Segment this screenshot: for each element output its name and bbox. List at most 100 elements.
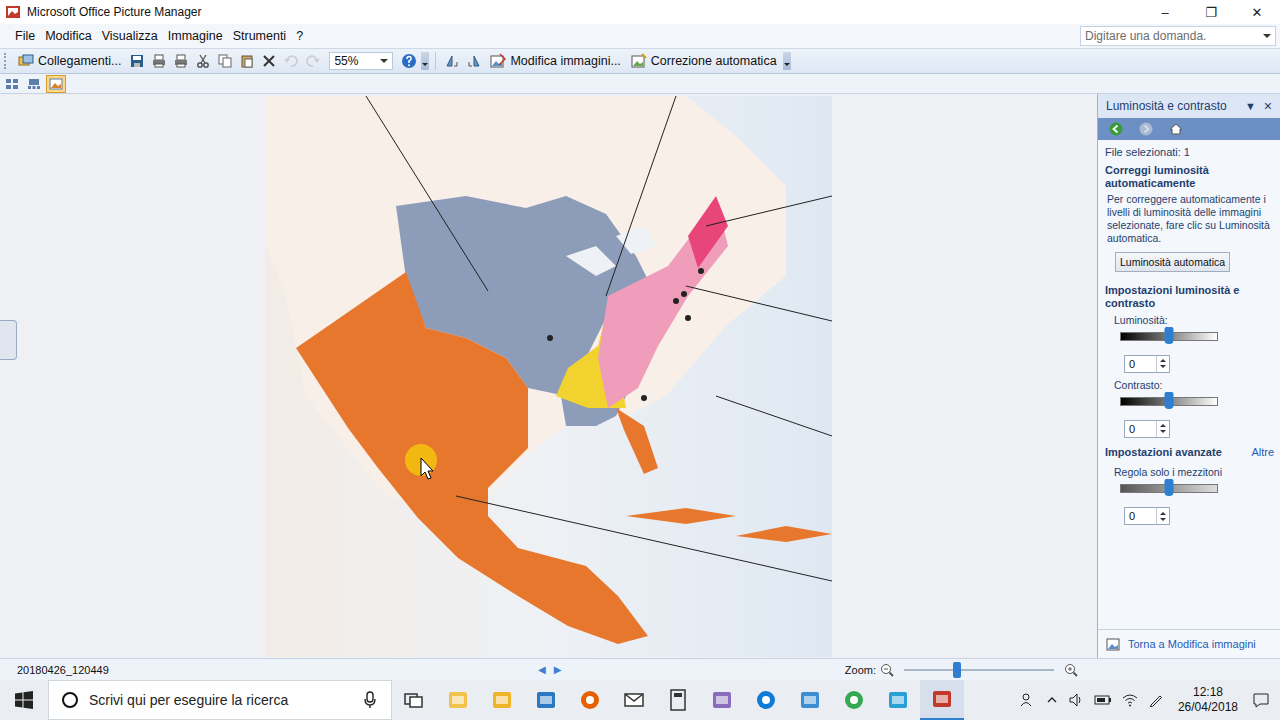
more-link[interactable]: Altre [1251, 446, 1274, 458]
store-taskbar-button[interactable] [524, 680, 568, 720]
status-bar: 20180426_120449◀▶Zoom: [0, 658, 1280, 680]
print-alt-icon [173, 53, 189, 69]
thumbnails-view-button[interactable] [2, 75, 22, 93]
cortana-icon [61, 691, 79, 709]
menu-bar: FileModificaVisualizzaImmagineStrumenti?… [0, 24, 1280, 48]
help-search-field[interactable]: Digitare una domanda. [1080, 26, 1276, 46]
microphone-icon[interactable] [363, 691, 377, 709]
editor-icon [886, 688, 910, 712]
pane-expand-handle[interactable] [0, 320, 17, 360]
edit-pictures-button[interactable]: Modifica immagini... [486, 51, 624, 71]
slider-row: Luminosità:0 [1105, 314, 1274, 373]
explorer-icon [446, 688, 470, 712]
chrome-icon [842, 688, 866, 712]
paint-taskbar-button[interactable] [700, 680, 744, 720]
dropdown-arrow-icon[interactable] [380, 59, 388, 63]
task-pane-close-button[interactable]: × [1260, 98, 1276, 114]
explorer-taskbar-button[interactable] [436, 680, 480, 720]
edge-taskbar-button[interactable] [744, 680, 788, 720]
cut-button[interactable] [193, 51, 213, 71]
chrome-taskbar-button[interactable] [832, 680, 876, 720]
rotate-right-button[interactable] [464, 51, 484, 71]
zoom-slider[interactable] [904, 669, 1054, 671]
window-control-button[interactable]: ❐ [1188, 0, 1234, 24]
value-spinbox[interactable]: 0 [1124, 420, 1170, 438]
back-to-edit-link[interactable]: Torna a Modifica immagini [1098, 629, 1280, 658]
back-button[interactable] [1102, 120, 1130, 138]
menu-item[interactable]: ? [291, 27, 308, 45]
menu-item[interactable]: File [10, 27, 40, 45]
toolbar-overflow-button[interactable] [783, 52, 791, 70]
people-icon[interactable] [1020, 692, 1036, 708]
window-control-button[interactable]: – [1142, 0, 1188, 24]
store-icon [534, 688, 558, 712]
battery-icon[interactable] [1094, 692, 1112, 708]
value-spinbox[interactable]: 0 [1124, 355, 1170, 373]
rotate-left-button[interactable] [442, 51, 462, 71]
start-button[interactable] [0, 680, 48, 720]
home-button[interactable] [1162, 120, 1190, 138]
copy-button[interactable] [215, 51, 235, 71]
mail-taskbar-button[interactable] [612, 680, 656, 720]
slider-thumb[interactable] [1165, 327, 1174, 344]
slider[interactable] [1120, 484, 1218, 493]
view-bar [0, 74, 1280, 94]
zoom-combobox[interactable]: 55% [329, 52, 393, 70]
notifications-icon[interactable] [1252, 691, 1270, 709]
auto-correct-button[interactable]: Correzione automatica [627, 51, 781, 71]
save-button[interactable] [127, 51, 147, 71]
previous-button[interactable]: ◀ [538, 664, 546, 675]
value-spinbox[interactable]: 0 [1124, 507, 1170, 525]
file-name: 20180426_120449 [17, 664, 538, 676]
editor-taskbar-button[interactable] [876, 680, 920, 720]
task-view-taskbar-button[interactable] [392, 680, 436, 720]
auto-brightness-button[interactable]: Luminosità automatica [1115, 252, 1230, 272]
show-hidden-icons-icon[interactable] [1046, 694, 1058, 706]
forward-button[interactable] [1132, 120, 1160, 138]
links-button[interactable]: Collegamenti... [14, 51, 125, 71]
slider[interactable] [1120, 397, 1218, 406]
picture-manager-taskbar-button[interactable] [920, 680, 964, 720]
map-picture [266, 96, 832, 657]
copy-icon [217, 53, 233, 69]
print-alt-button[interactable] [171, 51, 191, 71]
zoom-in-icon[interactable] [1064, 663, 1078, 677]
edge-icon [754, 688, 778, 712]
undo-button[interactable] [281, 51, 301, 71]
calculator-taskbar-button[interactable] [656, 680, 700, 720]
dropdown-arrow-icon[interactable] [1263, 34, 1271, 38]
firefox-icon [578, 688, 602, 712]
window-control-button[interactable]: ✕ [1234, 0, 1280, 24]
taskbar-search-field[interactable]: Scrivi qui per eseguire la ricerca [48, 680, 392, 720]
zoom-out-icon[interactable] [880, 663, 894, 677]
menu-item[interactable]: Strumenti [228, 27, 292, 45]
print-button[interactable] [149, 51, 169, 71]
menu-item[interactable]: Visualizza [97, 27, 163, 45]
filmstrip-view-button[interactable] [24, 75, 44, 93]
menu-item[interactable]: Immagine [163, 27, 228, 45]
slider-row: Regola solo i mezzitoni0 [1105, 466, 1274, 525]
menu-item[interactable]: Modifica [40, 27, 97, 45]
slider[interactable] [1120, 332, 1218, 341]
single-view-button[interactable] [46, 75, 66, 93]
pen-icon[interactable] [1148, 692, 1164, 708]
section-heading: Correggi luminosità automaticamente [1105, 164, 1274, 189]
toolbar-overflow-button[interactable] [421, 52, 429, 70]
folder-taskbar-button[interactable] [480, 680, 524, 720]
zoom-slider-thumb[interactable] [953, 662, 961, 678]
slider-thumb[interactable] [1165, 479, 1174, 496]
wifi-icon[interactable] [1122, 692, 1138, 708]
next-button[interactable]: ▶ [554, 664, 562, 675]
remote-taskbar-button[interactable] [788, 680, 832, 720]
speaker-icon[interactable] [1068, 692, 1084, 708]
redo-button[interactable] [303, 51, 323, 71]
paste-button[interactable] [237, 51, 257, 71]
slider-thumb[interactable] [1165, 392, 1174, 409]
task-pane-menu-button[interactable]: ▼ [1241, 100, 1260, 112]
slider-row: Contrasto:0 [1105, 379, 1274, 438]
delete-button[interactable] [259, 51, 279, 71]
firefox-taskbar-button[interactable] [568, 680, 612, 720]
picture-manager-icon [5, 4, 21, 20]
clock[interactable]: 12:1826/04/2018 [1178, 685, 1238, 715]
help-button[interactable] [399, 51, 419, 71]
